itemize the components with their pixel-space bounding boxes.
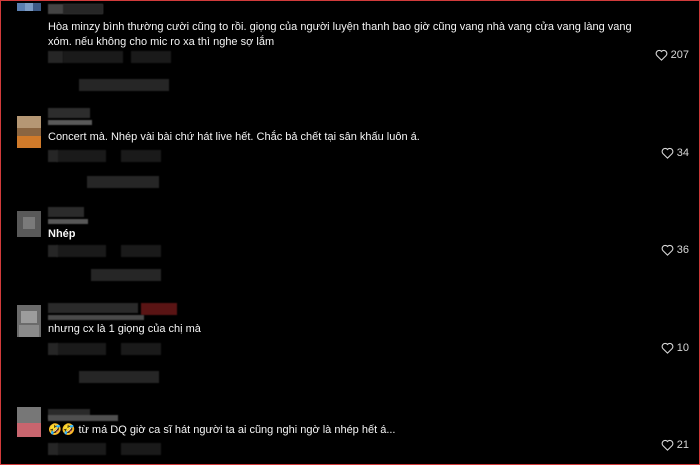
blurred-meta — [79, 79, 169, 91]
blurred-username — [141, 303, 177, 315]
heart-outline-icon — [661, 342, 674, 354]
blurred-username — [48, 415, 118, 421]
avatar[interactable] — [17, 3, 41, 27]
avatar[interactable] — [17, 116, 41, 148]
heart-outline-icon — [655, 49, 668, 61]
like-count: 207 — [670, 49, 689, 61]
blurred-meta — [56, 150, 106, 162]
blurred-username — [48, 219, 88, 224]
like-count: 10 — [676, 342, 689, 354]
blurred-meta — [48, 150, 58, 162]
like-count: 21 — [676, 439, 689, 451]
heart-outline-icon — [661, 244, 674, 256]
avatar[interactable] — [17, 211, 41, 237]
blurred-meta — [121, 150, 161, 162]
like-button[interactable]: 21 — [661, 439, 689, 451]
comment-text: Concert mà. Nhép vài bài chứ hát live hế… — [48, 131, 420, 143]
comment-text: nhưng cx là 1 giọng của chị mà — [48, 323, 201, 335]
avatar[interactable] — [17, 305, 41, 337]
like-button[interactable]: 207 — [655, 49, 689, 61]
like-button[interactable]: 10 — [661, 342, 689, 354]
heart-outline-icon — [661, 439, 674, 451]
comment-text: Nhép — [48, 228, 76, 240]
blurred-meta — [63, 51, 123, 63]
blurred-meta — [121, 245, 161, 257]
blurred-username — [48, 207, 84, 217]
like-button[interactable]: 36 — [661, 244, 689, 256]
like-count: 36 — [676, 244, 689, 256]
comment-list: Hòa minzy bình thường cười cũng to rồi. … — [0, 0, 700, 465]
like-button[interactable]: 34 — [661, 147, 689, 159]
heart-outline-icon — [661, 147, 674, 159]
blurred-meta — [56, 343, 106, 355]
comment-text: 🤣🤣 từ má DQ giờ ca sĩ hát người ta ai cũ… — [48, 424, 396, 436]
blurred-username — [63, 4, 103, 14]
blurred-username — [48, 315, 144, 320]
avatar[interactable] — [17, 407, 41, 437]
blurred-meta — [121, 443, 161, 455]
blurred-meta — [131, 51, 171, 63]
blurred-meta — [48, 443, 58, 455]
blurred-username — [48, 120, 92, 125]
blurred-username — [48, 108, 90, 118]
blurred-meta — [87, 176, 159, 188]
blurred-meta — [48, 343, 58, 355]
comment-text: Hòa minzy bình thường cười cũng to rồi. … — [48, 21, 632, 48]
blurred-meta — [56, 245, 106, 257]
blurred-meta — [48, 51, 63, 63]
blurred-meta — [56, 443, 106, 455]
blurred-meta — [79, 371, 159, 383]
blurred-meta — [48, 245, 58, 257]
blurred-meta — [91, 269, 161, 281]
blurred-meta — [121, 343, 161, 355]
like-count: 34 — [676, 147, 689, 159]
blurred-username — [48, 303, 138, 313]
